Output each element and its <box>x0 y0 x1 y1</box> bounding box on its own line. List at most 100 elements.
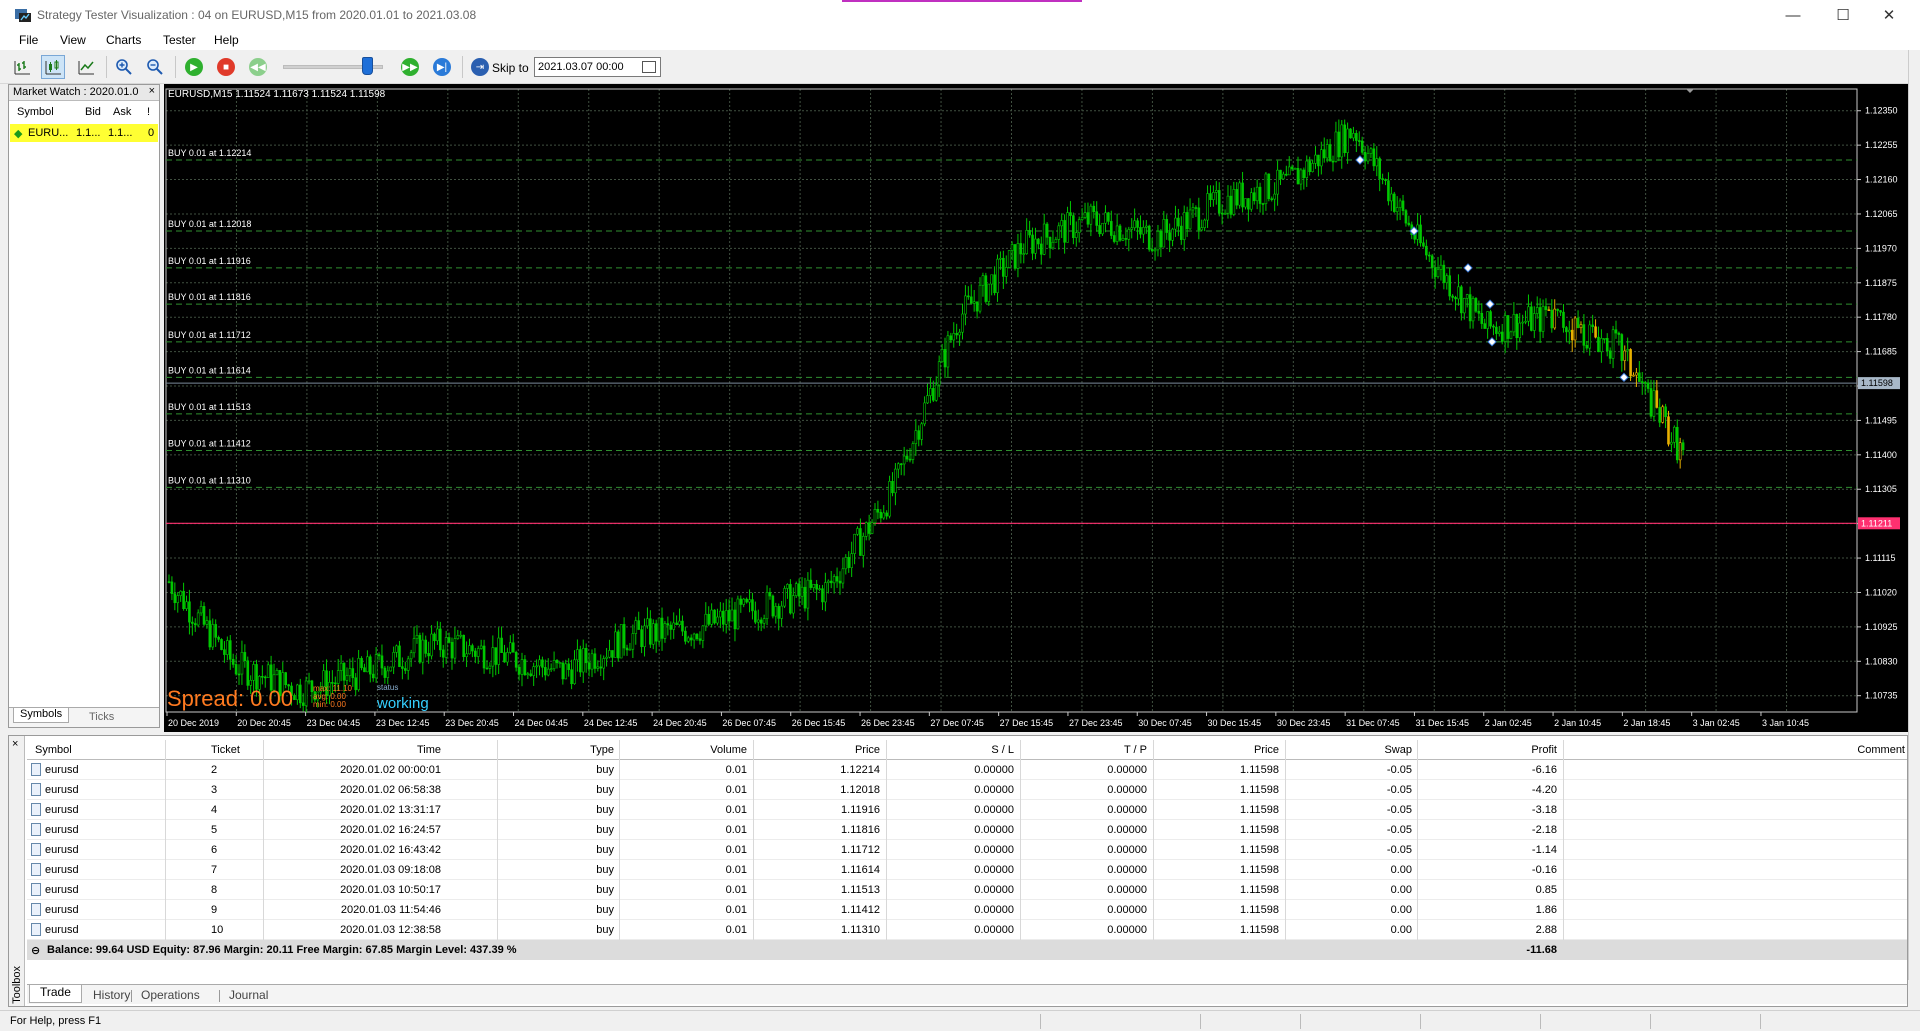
candle-body <box>1016 243 1020 269</box>
col-bid[interactable]: Bid <box>85 106 101 118</box>
skip-to-button[interactable]: ⇥ <box>468 55 492 79</box>
menu-help[interactable]: Help <box>214 33 239 47</box>
skip-end-button[interactable]: ▶| <box>430 55 454 79</box>
candle-body <box>751 599 754 612</box>
table-row[interactable]: eurusd 5 2020.01.02 16:24:57 buy 0.01 1.11816… <box>27 820 1907 840</box>
cell-ticket: 2 <box>211 764 218 776</box>
price-chart[interactable]: BUY 0.01 at 1.12214 BUY 0.01 at 1.12018 BU… <box>164 84 1908 732</box>
line-chart-button[interactable] <box>74 55 98 79</box>
calendar-icon[interactable] <box>642 61 656 73</box>
tab-history[interactable]: History <box>93 988 130 1002</box>
col-profit[interactable]: Profit <box>1531 744 1557 756</box>
candle-body <box>853 533 856 554</box>
table-row[interactable]: eurusd 9 2020.01.03 11:54:46 buy 0.01 1.11412… <box>27 900 1907 920</box>
candle-body <box>1486 311 1489 329</box>
candle-body <box>500 637 503 654</box>
candle-body <box>1638 372 1641 382</box>
cell-symbol: eurusd <box>45 824 79 836</box>
market-watch-close-icon[interactable]: × <box>149 85 155 97</box>
speed-slider-thumb[interactable] <box>362 57 373 75</box>
candle-body <box>1646 382 1650 389</box>
candle-body <box>581 648 585 673</box>
order-document-icon <box>31 803 41 816</box>
bar-chart-button[interactable] <box>10 55 34 79</box>
table-row[interactable]: eurusd 10 2020.01.03 12:38:58 buy 0.01 1.1131… <box>27 920 1907 940</box>
cell-volume: 0.01 <box>725 844 747 856</box>
col-flag[interactable]: ! <box>147 106 150 118</box>
col-sl[interactable]: S / L <box>991 744 1014 756</box>
col-tp[interactable]: T / P <box>1124 744 1147 756</box>
candle-body <box>1267 173 1271 200</box>
candle-body <box>298 684 302 704</box>
candle-body <box>1320 149 1323 167</box>
candle-body <box>1039 243 1043 255</box>
rewind-button[interactable]: ◀◀ <box>246 55 270 79</box>
menu-tester[interactable]: Tester <box>163 33 196 47</box>
tab-trade[interactable]: Trade <box>29 985 82 1003</box>
col-price[interactable]: Price <box>855 744 880 756</box>
candle-body <box>398 645 401 667</box>
candle-body <box>672 622 675 630</box>
order-label: BUY 0.01 at 1.11712 <box>168 330 251 340</box>
col-current-price[interactable]: Price <box>1254 744 1279 756</box>
cell-price: 1.11614 <box>841 864 880 876</box>
x-tick-label: 24 Dec 12:45 <box>584 718 638 728</box>
tab-ticks[interactable]: Ticks <box>89 711 114 723</box>
col-ticket[interactable]: Ticket <box>211 744 240 756</box>
chart-canvas[interactable]: BUY 0.01 at 1.12214 BUY 0.01 at 1.12018 BU… <box>164 84 1908 732</box>
menu-charts[interactable]: Charts <box>106 33 141 47</box>
candle-body <box>1037 238 1040 245</box>
zoom-out-button[interactable] <box>143 55 167 79</box>
chart-header: EURUSD,M15 1.11524 1.11673 1.11524 1.115… <box>168 89 386 100</box>
col-swap[interactable]: Swap <box>1384 744 1412 756</box>
candle-body <box>730 609 734 622</box>
tab-operations[interactable]: Operations <box>141 988 200 1002</box>
col-ask[interactable]: Ask <box>113 106 131 118</box>
minimize-button[interactable]: — <box>1770 0 1816 30</box>
cell-ticket: 7 <box>211 864 218 876</box>
tab-journal[interactable]: Journal <box>229 988 268 1002</box>
status-label: status <box>377 683 398 692</box>
cell-divider <box>753 740 754 760</box>
col-time[interactable]: Time <box>417 744 441 756</box>
skip-to-date-input[interactable]: 2021.03.07 00:00 <box>534 57 661 77</box>
play-button[interactable]: ▶ <box>182 55 206 79</box>
cell-divider <box>619 840 620 860</box>
candle-body <box>304 680 308 706</box>
table-row[interactable]: eurusd 2 2020.01.02 00:00:01 buy 0.01 1.12214… <box>27 760 1907 780</box>
cell-divider <box>1285 840 1286 860</box>
close-button[interactable]: ✕ <box>1866 0 1912 30</box>
table-row[interactable]: eurusd 6 2020.01.02 16:43:42 buy 0.01 1.11712… <box>27 840 1907 860</box>
market-watch-row[interactable]: ◆ EURU... 1.1... 1.1... 0 <box>10 124 158 142</box>
table-row[interactable]: eurusd 4 2020.01.02 13:31:17 buy 0.01 1.11916… <box>27 800 1907 820</box>
trade-table-header[interactable]: Symbol Ticket Time Type Volume Price S / L T / … <box>27 740 1907 760</box>
candle-body <box>695 633 699 640</box>
menu-file[interactable]: File <box>19 33 38 47</box>
table-row[interactable]: eurusd 3 2020.01.02 06:58:38 buy 0.01 1.12018… <box>27 780 1907 800</box>
candle-body <box>1209 193 1212 200</box>
maximize-button[interactable]: ☐ <box>1820 0 1866 30</box>
cell-divider <box>619 880 620 900</box>
col-symbol[interactable]: Symbol <box>35 744 72 756</box>
table-row[interactable]: eurusd 8 2020.01.03 10:50:17 buy 0.01 1.11513… <box>27 880 1907 900</box>
fast-forward-button[interactable]: ▶▶ <box>398 55 422 79</box>
cell-profit: -2.18 <box>1531 824 1557 836</box>
terminal-panel: × Toolbox Symbol Ticket Time Type Volume Pric… <box>8 735 1908 1007</box>
stop-button[interactable]: ■ <box>214 55 238 79</box>
candle-body <box>1419 224 1422 244</box>
candle-body <box>368 656 372 675</box>
menu-view[interactable]: View <box>60 33 86 47</box>
candle-body <box>964 295 967 315</box>
candlestick-button[interactable] <box>41 55 65 79</box>
col-symbol[interactable]: Symbol <box>17 106 54 118</box>
col-comment[interactable]: Comment <box>1857 744 1905 756</box>
zoom-in-button[interactable] <box>112 55 136 79</box>
col-volume[interactable]: Volume <box>710 744 747 756</box>
collapse-icon[interactable]: ⊖ <box>31 944 40 957</box>
table-row[interactable]: eurusd 7 2020.01.03 09:18:08 buy 0.01 1.11614… <box>27 860 1907 880</box>
col-type[interactable]: Type <box>590 744 614 756</box>
terminal-close-icon[interactable]: × <box>12 738 18 750</box>
cell-price: 1.11310 <box>841 924 880 936</box>
tab-symbols[interactable]: Symbols <box>13 708 70 723</box>
skip-to-date-value: 2021.03.07 00:00 <box>538 61 624 73</box>
